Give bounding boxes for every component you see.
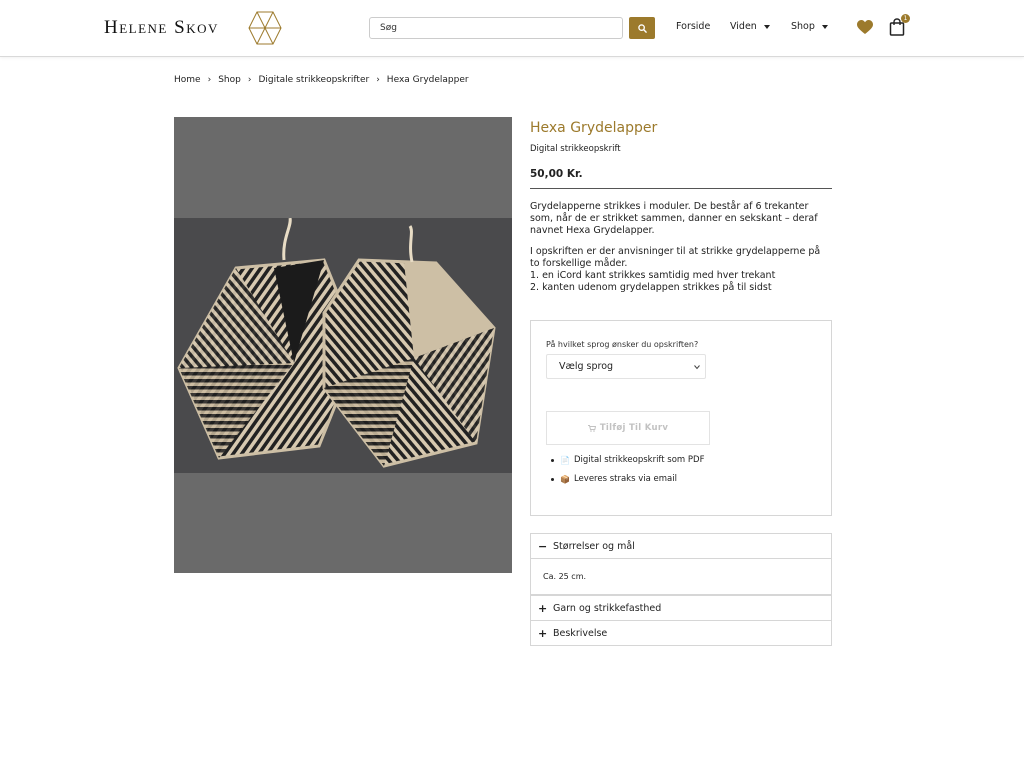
site-logo[interactable]: Helene Skov: [104, 10, 282, 46]
nav-viden-label: Viden: [730, 21, 757, 32]
description-paragraph: Grydelapperne strikkes i moduler. De bes…: [530, 201, 818, 236]
search-input[interactable]: [369, 17, 623, 39]
divider: [530, 188, 832, 189]
description-list-item: 1. en iCord kant strikkes samtidig med h…: [530, 270, 776, 281]
description-list-item: 2. kanten udenom grydelappen strikkes på…: [530, 282, 772, 293]
product-image[interactable]: [174, 117, 512, 573]
accordion-title: Beskrivelse: [553, 627, 608, 639]
search-button[interactable]: [629, 17, 655, 39]
nav-item-forside[interactable]: Forside: [676, 21, 710, 32]
breadcrumb-current: Hexa Grydelapper: [386, 75, 469, 85]
accordion-title: Størrelser og mål: [553, 540, 635, 552]
site-header: Helene Skov Forside Viden Shop: [0, 0, 1024, 57]
knitted-potholders-illustration: [177, 217, 496, 468]
accordion-content-sizes: Ca. 25 cm.: [531, 558, 831, 594]
caret-down-icon: [821, 24, 828, 29]
logo-text: Helene Skov: [104, 17, 219, 38]
accordion-header-sizes[interactable]: − Størrelser og mål: [531, 534, 831, 558]
product-photo: [174, 217, 512, 473]
accordion-yarn: + Garn og strikkefasthed: [530, 595, 832, 621]
accordion-header-yarn[interactable]: + Garn og strikkefasthed: [531, 596, 831, 620]
feature-text: Leveres straks via email: [573, 474, 677, 484]
bullet-icon: [551, 477, 554, 481]
minus-icon: −: [538, 539, 548, 553]
chevron-right-icon: ›: [207, 75, 212, 85]
cart-icon: [587, 424, 596, 432]
search-form: [369, 17, 655, 39]
language-select[interactable]: Vælg sprog: [546, 354, 706, 379]
nav-forside-label: Forside: [676, 21, 711, 32]
language-select-value: Vælg sprog: [559, 361, 614, 372]
cart-count-badge: 1: [901, 14, 910, 23]
search-icon: [637, 23, 647, 33]
breadcrumb: Home › Shop › Digitale strikkeopskrifter…: [174, 75, 469, 85]
document-icon: 📄: [560, 455, 570, 465]
product-title: Hexa Grydelapper: [530, 120, 658, 136]
accordion-header-description[interactable]: + Beskrivelse: [531, 621, 831, 645]
chevron-right-icon: ›: [376, 75, 380, 85]
order-form: På hvilket sprog ønsker du opskriften? V…: [530, 320, 832, 516]
product-info: Hexa Grydelapper Digital strikkeopskrift…: [530, 118, 832, 294]
nav-item-shop[interactable]: Shop: [791, 21, 828, 32]
chevron-down-icon: [694, 365, 700, 370]
heart-icon[interactable]: [857, 20, 873, 35]
feature-item: 📄 Digital strikkeopskrift som PDF: [551, 455, 704, 465]
plus-icon: +: [538, 626, 548, 640]
accordion-title: Garn og strikkefasthed: [553, 602, 662, 614]
nav-shop-label: Shop: [791, 21, 815, 32]
add-to-cart-label: Tilføj Til Kurv: [599, 423, 669, 433]
plus-icon: +: [538, 601, 548, 615]
description-paragraph: I opskriften er der anvisninger til at s…: [530, 246, 821, 269]
product-price: 50,00 Kr.: [530, 168, 583, 180]
bullet-icon: [551, 458, 554, 462]
chevron-right-icon: ›: [247, 75, 252, 85]
package-icon: 📦: [560, 474, 570, 484]
caret-down-icon: [763, 24, 770, 29]
breadcrumb-shop[interactable]: Shop: [218, 75, 241, 85]
breadcrumb-category[interactable]: Digitale strikkeopskrifter: [258, 75, 369, 85]
nav-item-viden[interactable]: Viden: [730, 21, 770, 32]
product-subtitle: Digital strikkeopskrift: [530, 144, 621, 154]
product-description: Grydelapperne strikkes i moduler. De bes…: [530, 201, 832, 294]
breadcrumb-home[interactable]: Home: [174, 75, 201, 85]
accordion-sizes: − Størrelser og mål Ca. 25 cm.: [530, 533, 832, 595]
feature-item: 📦 Leveres straks via email: [551, 474, 704, 484]
language-label: På hvilket sprog ønsker du opskriften?: [546, 340, 699, 349]
feature-text: Digital strikkeopskrift som PDF: [573, 455, 705, 465]
accordion-description: + Beskrivelse: [530, 620, 832, 646]
hexagon-logo-icon: [248, 11, 282, 45]
feature-list: 📄 Digital strikkeopskrift som PDF 📦 Leve…: [551, 455, 704, 493]
add-to-cart-button[interactable]: Tilføj Til Kurv: [546, 411, 710, 445]
